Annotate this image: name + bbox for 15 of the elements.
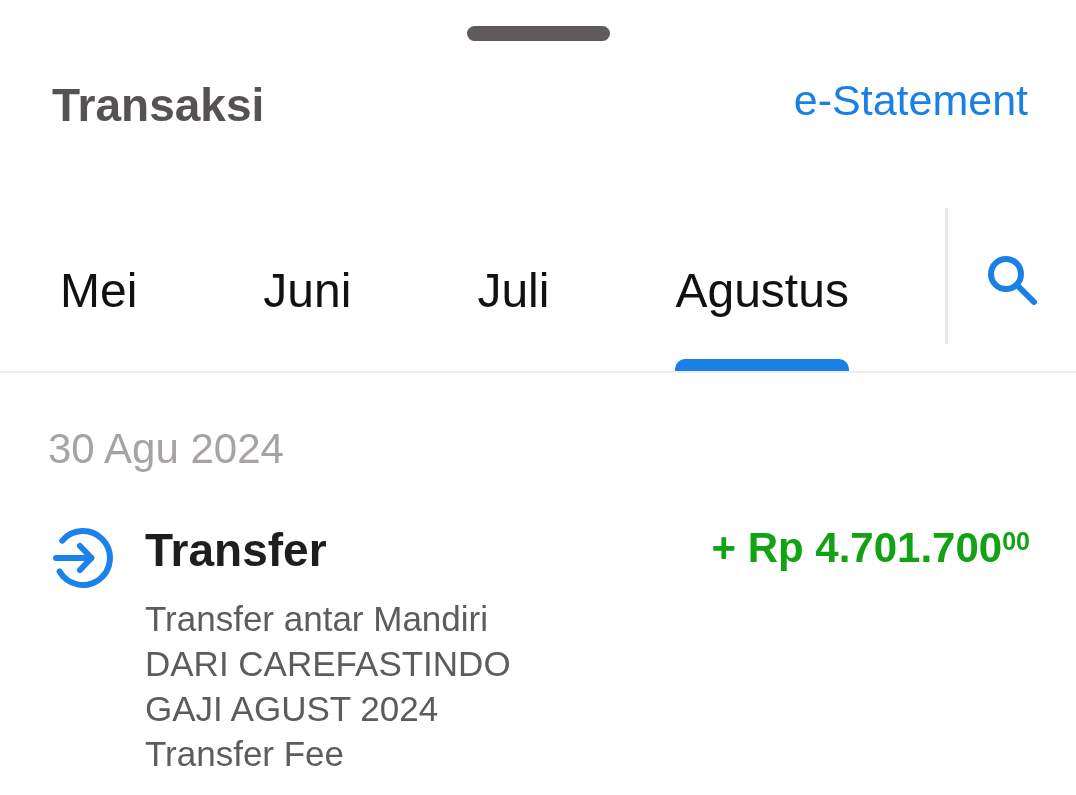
transaction-amount: + Rp 4.701.700$^{00}$ (711, 527, 1030, 569)
month-tab[interactable]: Juni (226, 208, 389, 371)
transaction-detail: DARI CAREFASTINDO (145, 643, 511, 685)
e-statement-link[interactable]: e-Statement (793, 78, 1028, 122)
drag-handle[interactable] (466, 26, 610, 41)
transaction-detail: GAJI AGUST 2024 (145, 688, 439, 730)
month-tab[interactable]: Juli (440, 208, 587, 371)
search-icon (986, 254, 1038, 306)
transaction-detail: Transfer Fee (145, 733, 345, 775)
page-title: Transaksi (52, 82, 265, 128)
month-tab[interactable]: Agustus (638, 208, 886, 371)
transaction-title: Transfer (145, 527, 327, 573)
date-heading: 30 Agu 2024 (48, 428, 284, 470)
transaction-detail: Transfer antar Mandiri (145, 598, 488, 640)
month-tab[interactable]: Mei (23, 208, 175, 371)
